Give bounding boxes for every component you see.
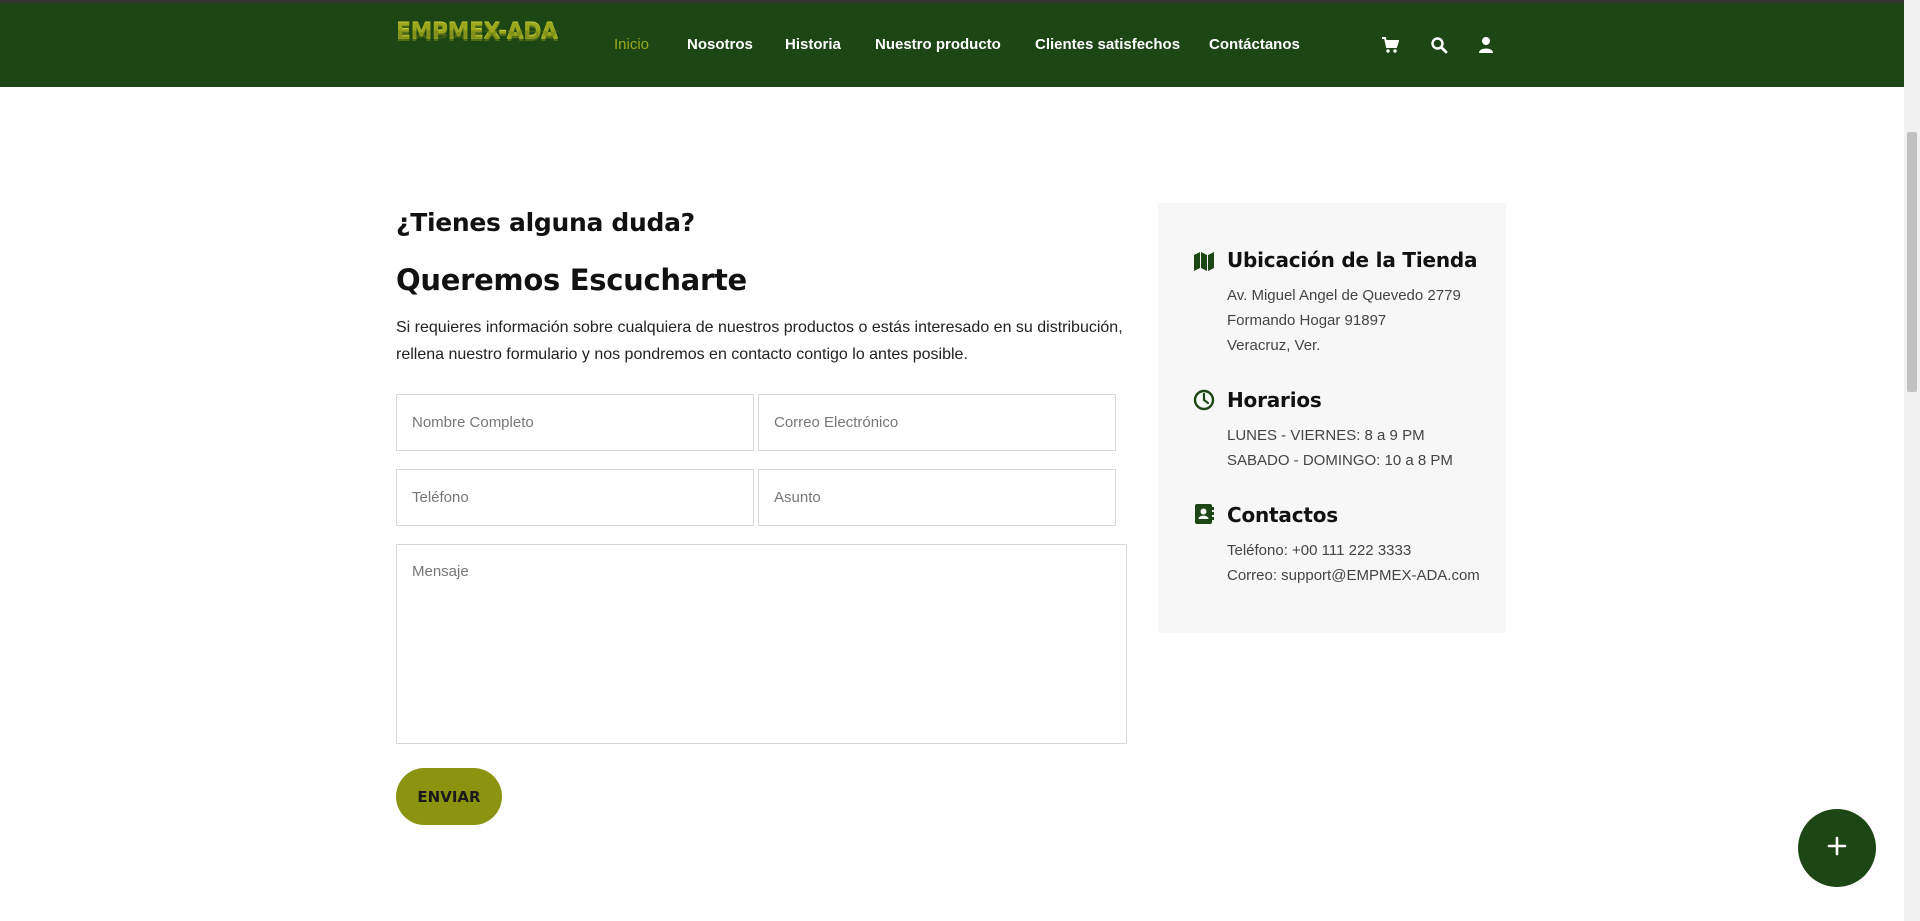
contacts-title: Contactos [1227,503,1338,527]
navbar: EMPMEX-ADA EMPMEX-ADA Inicio Nosotros Hi… [0,3,1904,87]
cart-icon[interactable] [1381,36,1400,54]
user-icon[interactable] [1477,36,1495,54]
nav-item-historia[interactable]: Historia [785,36,841,53]
submit-button[interactable]: ENVIAR [396,768,502,825]
intro-text: Si requieres información sobre cualquier… [396,319,1123,363]
nav-item-contactanos[interactable]: Contáctanos [1209,36,1300,53]
logo-reflection: EMPMEX-ADA [396,27,558,41]
nav-item-clientes-satisfechos[interactable]: Clientes satisfechos [1035,36,1180,53]
question-heading: ¿Tienes alguna duda? [396,208,695,237]
nav-item-nuestro-producto[interactable]: Nuestro producto [875,36,1001,53]
location-line-1: Av. Miguel Angel de Quevedo 2779 [1227,287,1461,304]
hours-line-1: LUNES - VIERNES: 8 a 9 PM [1227,427,1425,444]
scrollbar-thumb[interactable] [1907,132,1917,392]
nav-item-inicio[interactable]: Inicio [614,36,649,53]
floating-add-button[interactable] [1798,809,1876,887]
clock-icon [1193,389,1215,411]
email-field[interactable] [758,394,1116,451]
hours-line-2: SABADO - DOMINGO: 10 a 8 PM [1227,452,1453,469]
subject-field[interactable] [758,469,1116,526]
store-info-panel: Ubicación de la Tienda Av. Miguel Angel … [1158,203,1506,633]
nav-item-nosotros[interactable]: Nosotros [687,36,753,53]
page-title: Queremos Escucharte [396,263,747,297]
message-field[interactable] [396,544,1127,744]
map-icon [1193,250,1215,272]
location-line-2: Formando Hogar 91897 [1227,312,1387,329]
hours-title: Horarios [1227,388,1322,412]
search-icon[interactable] [1430,36,1448,54]
plus-icon [1826,835,1848,862]
contacts-email: Correo: support@EMPMEX-ADA.com [1227,567,1480,584]
contacts-phone: Teléfono: +00 111 222 3333 [1227,542,1412,559]
name-field[interactable] [396,394,754,451]
location-title: Ubicación de la Tienda [1227,248,1478,272]
location-line-3: Veracruz, Ver. [1227,337,1321,354]
address-book-icon [1193,503,1215,525]
phone-field[interactable] [396,469,754,526]
